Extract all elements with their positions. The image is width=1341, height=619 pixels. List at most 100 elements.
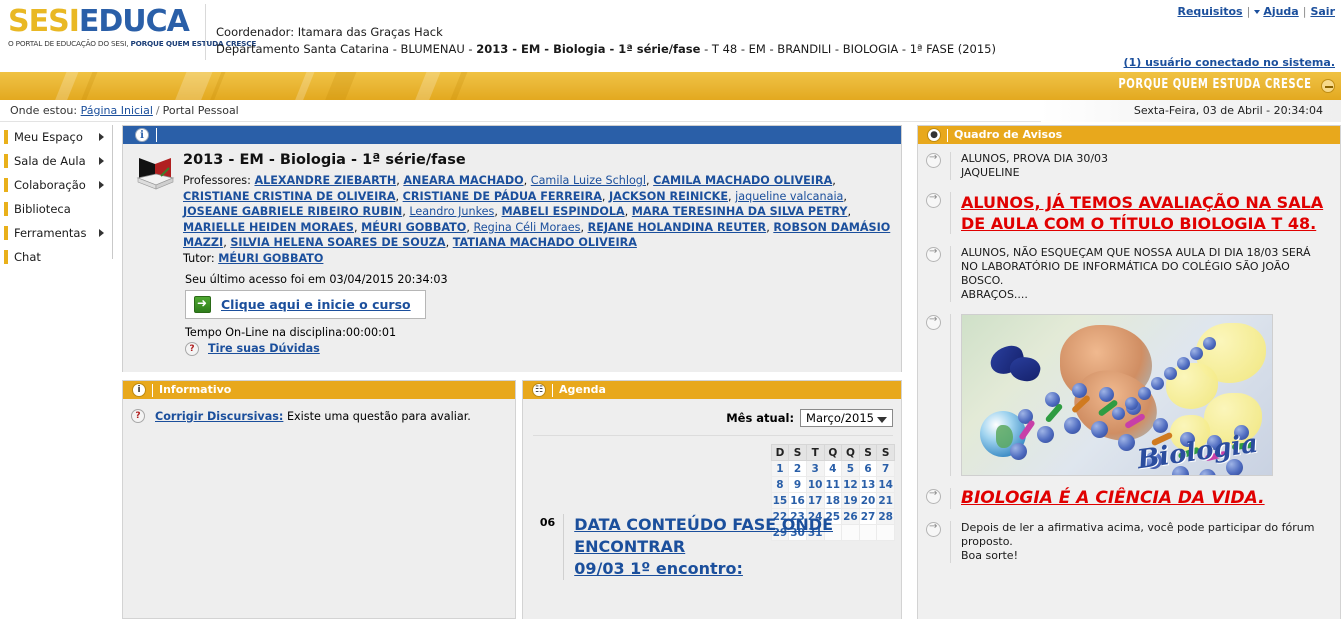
aviso-highlight-text[interactable]: ALUNOS, JÁ TEMOS AVALIAÇÃO NA SALA DE AU… — [961, 192, 1330, 234]
arrow-right-icon[interactable] — [926, 246, 941, 262]
calendar-day-cell[interactable]: 13 — [858, 476, 878, 493]
professor-link[interactable]: MABELI ESPINDOLA — [502, 205, 625, 218]
breadcrumb-label: Onde estou: — [10, 104, 78, 117]
last-access-text: Seu último acesso foi em 03/04/2015 20:3… — [185, 272, 448, 286]
requisitos-link[interactable]: Requisitos — [1178, 5, 1243, 18]
professor-link[interactable]: SILVIA HELENA SOARES DE SOUZA — [230, 236, 445, 249]
calendar-day-cell[interactable]: 4 — [823, 460, 843, 477]
calendar-day-cell[interactable]: 9 — [788, 476, 807, 493]
agenda-entry-link[interactable]: DATA CONTEÚDO FASE ONDE ENCONTRAR — [574, 515, 833, 556]
aviso-line: Boa sorte! — [961, 549, 1018, 562]
top-header: SESIEDUCA O PORTAL DE EDUCAÇÃO DO SESI, … — [0, 0, 1341, 72]
calendar-weekday-header: S — [788, 444, 807, 461]
connected-users-link[interactable]: (1) usuário conectado no sistema. — [1124, 56, 1335, 69]
doubts-link[interactable]: Tire suas Dúvidas — [208, 342, 320, 355]
calendar-day-cell[interactable]: 21 — [876, 492, 895, 509]
logo-sesi-text: SESI — [8, 4, 80, 39]
calendar-day-cell[interactable]: 18 — [823, 492, 843, 509]
sidebar-item-ferramentas[interactable]: Ferramentas — [0, 221, 112, 245]
professor-link[interactable]: Regina Céli Moraes — [473, 221, 580, 234]
calendar-day-cell[interactable]: 6 — [858, 460, 878, 477]
calendar-weekday-header: S — [858, 444, 878, 461]
calendar-day-cell[interactable]: 2 — [788, 460, 807, 477]
professor-link[interactable]: jaqueline valcanaia — [735, 190, 843, 203]
calendar-day-cell[interactable]: 8 — [770, 476, 790, 493]
book-icon — [136, 158, 175, 190]
professor-link[interactable]: JACKSON REINICKE — [609, 190, 728, 203]
arrow-right-icon[interactable] — [926, 152, 941, 168]
sair-link[interactable]: Sair — [1310, 5, 1335, 18]
calendar-day-cell[interactable]: 5 — [841, 460, 860, 477]
corrigir-discursivas-link[interactable]: Corrigir Discursivas: — [155, 410, 283, 423]
calendar-day-cell[interactable]: 15 — [770, 492, 790, 509]
agenda-panel-header: ☷ Agenda — [523, 381, 901, 399]
arrow-right-icon[interactable] — [926, 192, 941, 208]
calendar-day-cell[interactable]: 14 — [876, 476, 895, 493]
professor-link[interactable]: REJANE HOLANDINA REUTER — [588, 221, 767, 234]
professor-link[interactable]: MÉURI GOBBATO — [361, 221, 466, 234]
info-icon: i — [135, 128, 149, 142]
logo-wordmark: SESIEDUCA — [8, 6, 204, 38]
professor-link[interactable]: ANEARA MACHADO — [403, 174, 523, 187]
sidebar-item-meu-espaco[interactable]: Meu Espaço — [0, 125, 112, 149]
calendar-weekday-header: Q — [823, 444, 843, 461]
sidebar-item-biblioteca[interactable]: Biblioteca — [0, 197, 112, 221]
professor-link[interactable]: CRISTIANE CRISTINA DE OLIVEIRA — [183, 190, 396, 203]
calendar-day-cell[interactable]: 10 — [805, 476, 825, 493]
professor-link[interactable]: Leandro Junkes — [409, 205, 494, 218]
tutor-link[interactable]: MÉURI GOBBATO — [218, 252, 323, 265]
list-item[interactable]: ? Corrigir Discursivas: Existe uma quest… — [131, 409, 507, 423]
agenda-panel: ☷ Agenda Mês atual: Março/2015 DSTQQSS 1… — [522, 380, 902, 619]
calendar-day-cell[interactable]: 1 — [770, 460, 790, 477]
start-course-button[interactable]: Clique aqui e inicie o curso — [185, 289, 426, 319]
calendar-day-cell[interactable]: 3 — [805, 460, 825, 477]
calendar-day-cell[interactable]: 7 — [876, 460, 895, 477]
agenda-entry-sublink[interactable]: 09/03 1º encontro: — [574, 559, 743, 578]
arrow-right-icon[interactable] — [926, 488, 941, 504]
calendar-day-cell[interactable]: 12 — [841, 476, 860, 493]
aviso-content: BIOLOGIA É A CIÊNCIA DA VIDA. — [950, 488, 1265, 509]
informativo-entry: Corrigir Discursivas: Existe uma questão… — [155, 410, 471, 423]
professor-link[interactable]: CRISTIANE DE PÁDUA FERREIRA — [403, 190, 602, 203]
pin-icon: ● — [927, 128, 941, 142]
calendar-day-cell[interactable]: 17 — [805, 492, 825, 509]
professor-link[interactable]: MARA TERESINHA DA SILVA PETRY — [632, 205, 848, 218]
professor-link[interactable]: ALEXANDRE ZIEBARTH — [254, 174, 396, 187]
professor-link[interactable]: MARIELLE HEIDEN MORAES — [183, 221, 354, 234]
logo-tagline-plain: O PORTAL DE EDUCAÇÃO DO SESI, — [8, 39, 131, 48]
ajuda-link[interactable]: Ajuda — [1263, 5, 1298, 18]
sidebar-item-colaboracao[interactable]: Colaboração — [0, 173, 112, 197]
calendar-day-cell[interactable]: 11 — [823, 476, 843, 493]
calendar-weekday-header: S — [876, 444, 895, 461]
professor-link[interactable]: TATIANA MACHADO OLIVEIRA — [453, 236, 637, 249]
aviso-item: ALUNOS, JÁ TEMOS AVALIAÇÃO NA SALA DE AU… — [926, 192, 1330, 234]
tutor-row: Tutor: MÉURI GOBBATO — [183, 252, 891, 265]
calendar-day-cell[interactable]: 20 — [858, 492, 878, 509]
agenda-body: Mês atual: Março/2015 DSTQQSS 1234567891… — [523, 399, 901, 619]
breadcrumb-home-link[interactable]: Página Inicial — [81, 104, 153, 117]
biologia-dna-illustration-image[interactable]: Biologia — [961, 314, 1273, 476]
sesi-educa-logo[interactable]: SESIEDUCA O PORTAL DE EDUCAÇÃO DO SESI, … — [8, 6, 256, 49]
start-course-link[interactable]: Clique aqui e inicie o curso — [221, 297, 411, 312]
calendar-weekday-header: D — [770, 444, 790, 461]
tutor-label: Tutor: — [183, 251, 215, 265]
aviso-highlight-text[interactable]: BIOLOGIA É A CIÊNCIA DA VIDA. — [961, 488, 1265, 509]
sidebar-item-label: Ferramentas — [14, 226, 87, 240]
professor-link[interactable]: CAMILA MACHADO OLIVEIRA — [653, 174, 832, 187]
arrow-right-icon[interactable] — [926, 314, 941, 330]
month-select[interactable]: Março/2015 — [800, 409, 893, 427]
calendar-day-cell[interactable]: 16 — [788, 492, 807, 509]
sidebar-item-chat[interactable]: Chat — [0, 245, 112, 269]
calendar-day-cell[interactable]: 19 — [841, 492, 860, 509]
minimize-icon[interactable] — [1321, 79, 1335, 93]
aviso-content: ALUNOS, NÃO ESQUEÇAM QUE NOSSA AULA DI D… — [950, 246, 1330, 302]
top-links: Requisitos | Ajuda | Sair — [1178, 5, 1336, 18]
professor-link[interactable]: JOSEANE GABRIELE RIBEIRO RUBIN — [183, 205, 402, 218]
arrow-right-icon[interactable] — [926, 521, 941, 537]
banner-stripe — [168, 72, 218, 100]
orange-banner: PORQUE QUEM ESTUDA CRESCE — [0, 72, 1341, 100]
sidebar-item-sala-de-aula[interactable]: Sala de Aula — [0, 149, 112, 173]
professor-link[interactable]: Camila Luize Schlogl — [531, 174, 646, 187]
informativo-panel-header: i Informativo — [123, 381, 515, 399]
calendar-weekday-header: Q — [841, 444, 860, 461]
